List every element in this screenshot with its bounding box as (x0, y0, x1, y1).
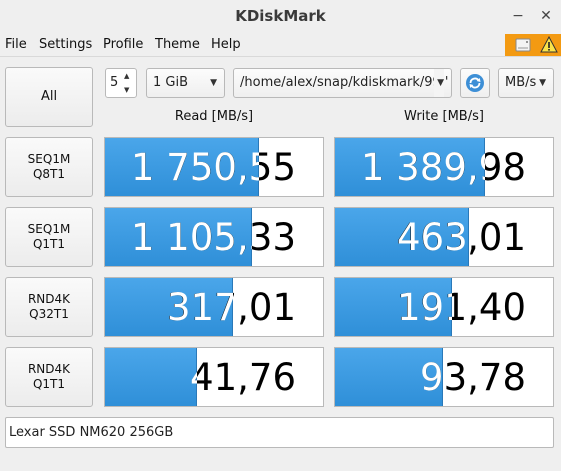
window-title: KDiskMark (235, 7, 326, 25)
write-value-overlay: 1 389,98 (335, 138, 485, 196)
test-button-sublabel: Q1T1 (32, 377, 66, 391)
read-value-highlight: 317,01 (167, 286, 233, 329)
write-header: Write [MB/s] (404, 109, 484, 124)
read-result: 1 750,551 750,55 (104, 137, 324, 197)
refresh-icon (466, 74, 484, 92)
units-value: MB/s (505, 75, 537, 90)
test-button-label: SEQ1M (27, 152, 71, 166)
run-all-button[interactable]: All (5, 67, 93, 127)
write-value-highlight: 93,78 (420, 356, 443, 399)
loops-spinbox[interactable]: 5 ▲ ▼ (105, 68, 137, 98)
menu-theme[interactable]: Theme (155, 37, 200, 52)
path-value: /home/alex/snap/kdiskmark/99 ' (240, 75, 449, 90)
menu-bar: File Settings Profile Theme Help (0, 33, 561, 57)
minimize-icon[interactable]: − (509, 7, 527, 25)
read-result: 41,7641,76 (104, 347, 324, 407)
menu-profile[interactable]: Profile (103, 37, 143, 52)
title-bar: KDiskMark − ✕ (0, 0, 561, 33)
size-value: 1 GiB (153, 75, 189, 90)
read-result: 317,01317,01 (104, 277, 324, 337)
write-value-overlay: 93,78 (335, 348, 443, 406)
units-select[interactable]: MB/s ▼ (498, 68, 554, 98)
test-button-sublabel: Q32T1 (29, 307, 69, 321)
chevron-down-icon: ▼ (210, 78, 217, 88)
read-value-highlight: 1 105,33 (131, 216, 252, 259)
chevron-down-icon: ▼ (434, 69, 444, 97)
test-button-seq1m-q1t1[interactable]: SEQ1M Q1T1 (5, 207, 93, 267)
test-button-label: SEQ1M (27, 222, 71, 236)
refresh-button[interactable] (460, 68, 490, 98)
write-value-overlay: 463,01 (335, 208, 469, 266)
read-header: Read [MB/s] (174, 109, 254, 124)
write-result: 463,01463,01 (334, 207, 554, 267)
write-value-highlight: 1 389,98 (361, 146, 485, 189)
test-button-sublabel: Q1T1 (32, 237, 66, 251)
spin-up-icon[interactable]: ▲ (124, 70, 134, 82)
warning-icon[interactable] (540, 36, 558, 54)
loops-value: 5 (110, 75, 119, 90)
chevron-down-icon: ▼ (539, 78, 546, 88)
status-area (505, 34, 561, 56)
write-value-overlay: 191,40 (335, 278, 452, 336)
write-value-highlight: 463,01 (397, 216, 469, 259)
menu-settings[interactable]: Settings (39, 37, 92, 52)
drive-icon[interactable] (514, 36, 532, 54)
test-button-rnd4k-q1t1[interactable]: RND4K Q1T1 (5, 347, 93, 407)
write-result: 191,40191,40 (334, 277, 554, 337)
read-value-overlay: 317,01 (105, 278, 233, 336)
device-name-field[interactable]: Lexar SSD NM620 256GB (5, 417, 554, 448)
test-button-sublabel: Q8T1 (32, 167, 66, 181)
read-result: 1 105,331 105,33 (104, 207, 324, 267)
read-value: 41,76 (190, 356, 296, 399)
close-icon[interactable]: ✕ (537, 7, 555, 25)
test-button-label: RND4K (27, 362, 71, 376)
menu-file[interactable]: File (5, 37, 27, 52)
spin-down-icon[interactable]: ▼ (124, 84, 134, 96)
read-value-overlay: 1 750,55 (105, 138, 259, 196)
test-button-label: RND4K (27, 292, 71, 306)
read-value-overlay: 41,76 (105, 348, 197, 406)
write-result: 93,7893,78 (334, 347, 554, 407)
test-button-rnd4k-q32t1[interactable]: RND4K Q32T1 (5, 277, 93, 337)
read-value-highlight: 41,76 (190, 348, 197, 406)
read-value-overlay: 1 105,33 (105, 208, 252, 266)
write-result: 1 389,981 389,98 (334, 137, 554, 197)
test-button-seq1m-q8t1[interactable]: SEQ1M Q8T1 (5, 137, 93, 197)
size-select[interactable]: 1 GiB ▼ (146, 68, 225, 98)
path-select[interactable]: /home/alex/snap/kdiskmark/99 ' ▼ (233, 68, 452, 98)
write-value-highlight: 191,40 (397, 286, 452, 329)
read-value-highlight: 1 750,55 (131, 146, 259, 189)
menu-help[interactable]: Help (211, 37, 241, 52)
